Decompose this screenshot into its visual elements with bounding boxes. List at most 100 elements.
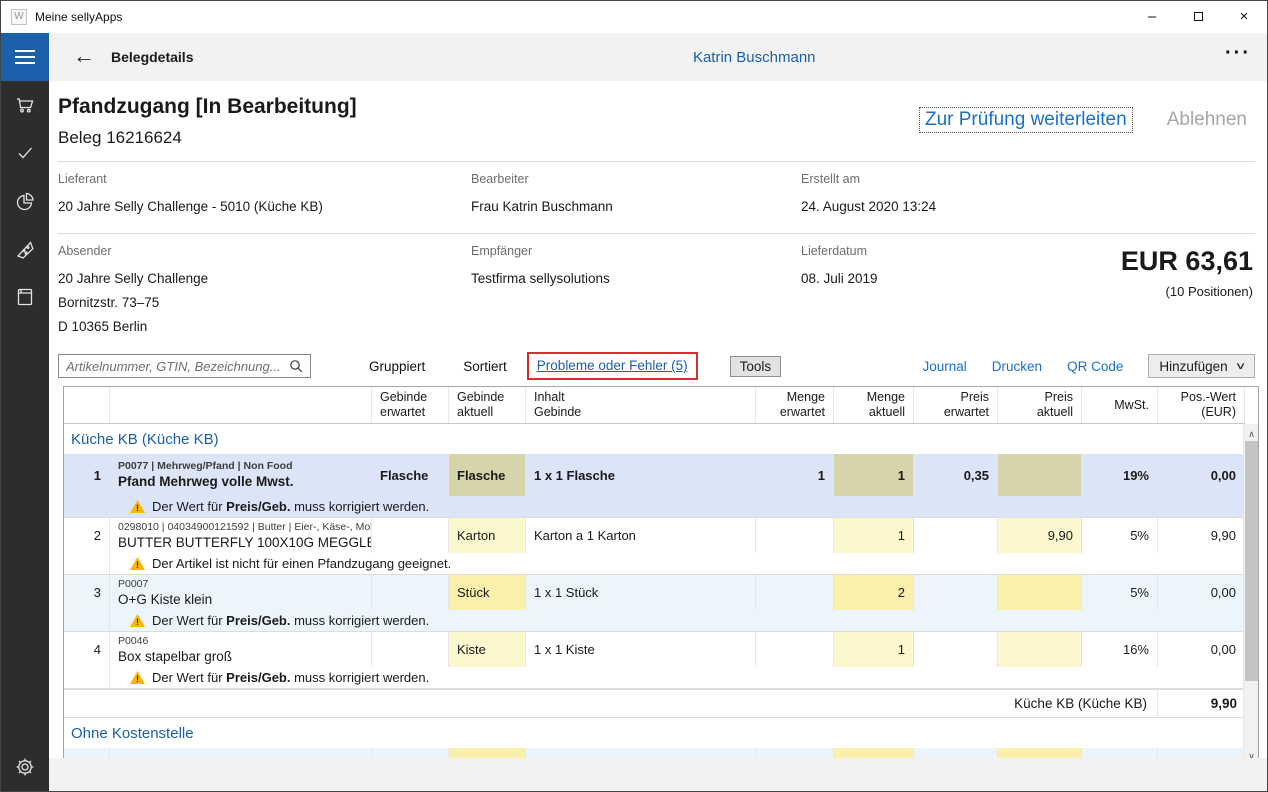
cell-gebinde-aktuell[interactable]: Stück xyxy=(449,575,526,610)
cell-gebinde-aktuell[interactable]: Kiste xyxy=(449,632,526,667)
warning-row: !Der Wert für Preis/Geb. muss korrigiert… xyxy=(64,667,1245,689)
cell-article: 0298010 | 04034900121592 | Butter | Eier… xyxy=(110,518,372,553)
sidebar-item-reports[interactable] xyxy=(1,177,49,225)
warning-message: !Der Wert für Preis/Geb. muss korrigiert… xyxy=(110,613,429,628)
group-header-row[interactable]: Küche KB (Küche KB) xyxy=(64,424,1245,454)
pizza-slice-icon xyxy=(13,237,37,261)
print-link[interactable]: Drucken xyxy=(992,359,1042,374)
cell-preis-aktuell[interactable] xyxy=(998,632,1082,667)
cell-gebinde-erwartet xyxy=(372,518,449,553)
group-header-row[interactable]: Ohne Kostenstelle xyxy=(64,718,1245,748)
journal-link[interactable]: Journal xyxy=(923,359,967,374)
column-header-preis-erwartet: Preis erwartet xyxy=(914,387,998,423)
warning-icon: ! xyxy=(130,557,145,570)
current-user-link[interactable]: Katrin Buschmann xyxy=(193,49,1225,66)
cell-preis-erwartet xyxy=(914,632,998,667)
cell-article: P0007O+G Kiste klein xyxy=(110,575,372,610)
table-row[interactable]: 1P0077 | Mehrweg/Pfand | Non FoodPfand M… xyxy=(64,454,1245,496)
warning-row-spacer xyxy=(64,610,110,631)
bottom-strip xyxy=(49,758,1267,791)
warning-icon: ! xyxy=(130,671,145,684)
column-header-menge-aktuell: Menge aktuell xyxy=(834,387,914,423)
cell-gebinde-erwartet: Flasche xyxy=(372,454,449,496)
cell-pos-wert: 9,90 xyxy=(1158,518,1245,553)
cell-preis-aktuell[interactable] xyxy=(998,575,1082,610)
cell-pos-number: 3 xyxy=(64,575,110,610)
cell-menge-aktuell[interactable]: 1 xyxy=(834,454,914,496)
article-name: Box stapelbar groß xyxy=(118,648,232,665)
cell-preis-aktuell[interactable] xyxy=(998,454,1082,496)
sidebar-item-food[interactable] xyxy=(1,225,49,273)
nav-sidebar xyxy=(1,81,49,791)
table-row[interactable]: 20298010 | 04034900121592 | Butter | Eie… xyxy=(64,518,1245,553)
field-label-lieferant: Lieferant xyxy=(58,172,471,186)
sidebar-item-tasks[interactable] xyxy=(1,129,49,177)
cell-menge-erwartet xyxy=(756,575,834,610)
qr-code-link[interactable]: QR Code xyxy=(1067,359,1123,374)
scroll-up-arrow-icon[interactable]: ∧ xyxy=(1244,426,1259,442)
hamburger-menu-button[interactable] xyxy=(1,33,49,81)
cell-gebinde-aktuell[interactable]: Karton xyxy=(449,518,526,553)
positions-table: Gebinde erwartetGebinde aktuellInhalt Ge… xyxy=(63,386,1259,767)
cell-pos-number: 1 xyxy=(64,454,110,496)
back-button[interactable]: ← xyxy=(73,43,95,69)
field-value-absender-line2: Bornitzstr. 73–75 xyxy=(58,291,471,315)
search-box[interactable] xyxy=(58,354,311,378)
table-row[interactable]: 4P0046Box stapelbar großKiste1 x 1 Kiste… xyxy=(64,632,1245,667)
column-header-pos-wert: Pos.-Wert (EUR) xyxy=(1158,387,1245,423)
cell-menge-aktuell[interactable]: 1 xyxy=(834,632,914,667)
title-bar: W Meine sellyApps – × xyxy=(1,1,1267,32)
scrollbar-thumb[interactable] xyxy=(1245,441,1258,681)
vertical-scrollbar[interactable]: ∧ ∨ xyxy=(1243,424,1258,766)
field-label-bearbeiter: Bearbeiter xyxy=(471,172,801,186)
sidebar-item-settings[interactable] xyxy=(1,743,49,791)
add-dropdown-button[interactable]: Hinzufügen ∨ xyxy=(1148,354,1255,378)
annotation-red-box: Probleme oder Fehler (5) xyxy=(527,352,698,380)
items-toolbar: Gruppiert Sortiert Probleme oder Fehler … xyxy=(58,351,1255,381)
document-title: Pfandzugang [In Bearbeitung] xyxy=(58,93,357,119)
cell-menge-erwartet xyxy=(756,518,834,553)
warning-row: !Der Wert für Preis/Geb. muss korrigiert… xyxy=(64,496,1245,518)
cell-preis-aktuell[interactable]: 9,90 xyxy=(998,518,1082,553)
cell-mwst: 19% xyxy=(1082,454,1158,496)
forward-for-review-button[interactable]: Zur Prüfung weiterleiten xyxy=(919,107,1133,133)
field-label-erstellt-am: Erstellt am xyxy=(801,172,1255,186)
cell-article: P0046Box stapelbar groß xyxy=(110,632,372,667)
column-header-mwst: MwSt. xyxy=(1082,387,1158,423)
cell-gebinde-aktuell[interactable]: Flasche xyxy=(449,454,526,496)
warning-row-spacer xyxy=(64,667,110,688)
article-name: O+G Kiste klein xyxy=(118,591,212,608)
close-button[interactable]: × xyxy=(1221,1,1267,32)
field-label-empfaenger: Empfänger xyxy=(471,244,801,258)
cell-menge-aktuell[interactable]: 2 xyxy=(834,575,914,610)
more-options-button[interactable]: ··· xyxy=(1225,42,1267,73)
cell-mwst: 5% xyxy=(1082,575,1158,610)
cell-pos-number: 4 xyxy=(64,632,110,667)
reject-button[interactable]: Ablehnen xyxy=(1161,107,1253,133)
sorted-toggle[interactable]: Sortiert xyxy=(463,359,507,374)
cell-mwst: 5% xyxy=(1082,518,1158,553)
search-input[interactable] xyxy=(59,359,289,374)
warning-row-spacer xyxy=(64,496,110,517)
document-number: Beleg 16216624 xyxy=(58,128,357,148)
field-value-bearbeiter: Frau Katrin Buschmann xyxy=(471,195,801,219)
grouped-toggle[interactable]: Gruppiert xyxy=(369,359,425,374)
cell-preis-erwartet xyxy=(914,518,998,553)
sidebar-item-cart[interactable] xyxy=(1,81,49,129)
column-header-pos-number xyxy=(64,387,110,423)
minimize-button[interactable]: – xyxy=(1129,1,1175,32)
table-row[interactable]: 3P0007O+G Kiste kleinStück1 x 1 Stück25%… xyxy=(64,575,1245,610)
warning-message: !Der Wert für Preis/Geb. muss korrigiert… xyxy=(110,670,429,685)
checkmark-icon xyxy=(13,141,37,165)
maximize-button[interactable] xyxy=(1175,1,1221,32)
field-value-lieferant: 20 Jahre Selly Challenge - 5010 (Küche K… xyxy=(58,195,471,219)
cell-mwst: 16% xyxy=(1082,632,1158,667)
sidebar-item-catalog[interactable] xyxy=(1,273,49,321)
cell-menge-aktuell[interactable]: 1 xyxy=(834,518,914,553)
chevron-down-icon: ∨ xyxy=(1234,361,1246,372)
problems-errors-link[interactable]: Probleme oder Fehler (5) xyxy=(537,358,688,373)
cell-preis-erwartet xyxy=(914,575,998,610)
article-meta: P0046 xyxy=(118,635,148,648)
cell-menge-erwartet: 1 xyxy=(756,454,834,496)
tools-button[interactable]: Tools xyxy=(730,356,782,377)
